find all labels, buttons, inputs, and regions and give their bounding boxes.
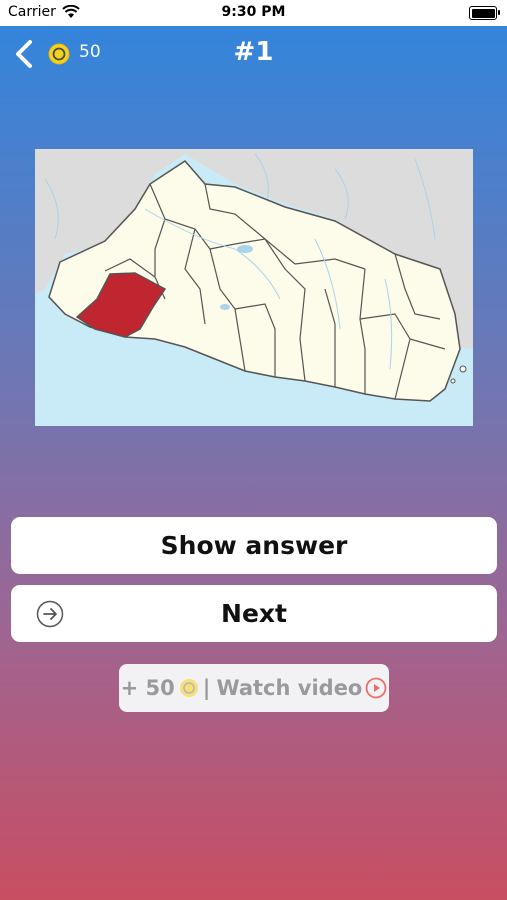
map-image bbox=[35, 149, 473, 402]
next-button-label: Next bbox=[221, 599, 287, 628]
nav-bar: 50 #1 bbox=[0, 26, 507, 82]
arrow-right-circle-icon bbox=[36, 600, 64, 628]
reward-separator: | bbox=[202, 676, 211, 700]
watch-video-button[interactable]: + 50 | Watch video bbox=[119, 664, 389, 712]
show-answer-button[interactable]: Show answer bbox=[11, 517, 497, 574]
reward-amount: + 50 bbox=[120, 676, 175, 700]
status-time: 9:30 PM bbox=[221, 4, 286, 20]
battery-icon bbox=[469, 6, 500, 20]
quiz-map bbox=[35, 149, 473, 426]
play-circle-icon bbox=[365, 677, 387, 699]
status-bar: Carrier 9:30 PM bbox=[0, 0, 507, 26]
lake bbox=[237, 245, 253, 253]
next-button[interactable]: Next bbox=[11, 585, 497, 642]
coin-icon bbox=[179, 679, 198, 697]
page-title: #1 bbox=[233, 37, 274, 67]
watch-video-label: Watch video bbox=[216, 676, 363, 700]
